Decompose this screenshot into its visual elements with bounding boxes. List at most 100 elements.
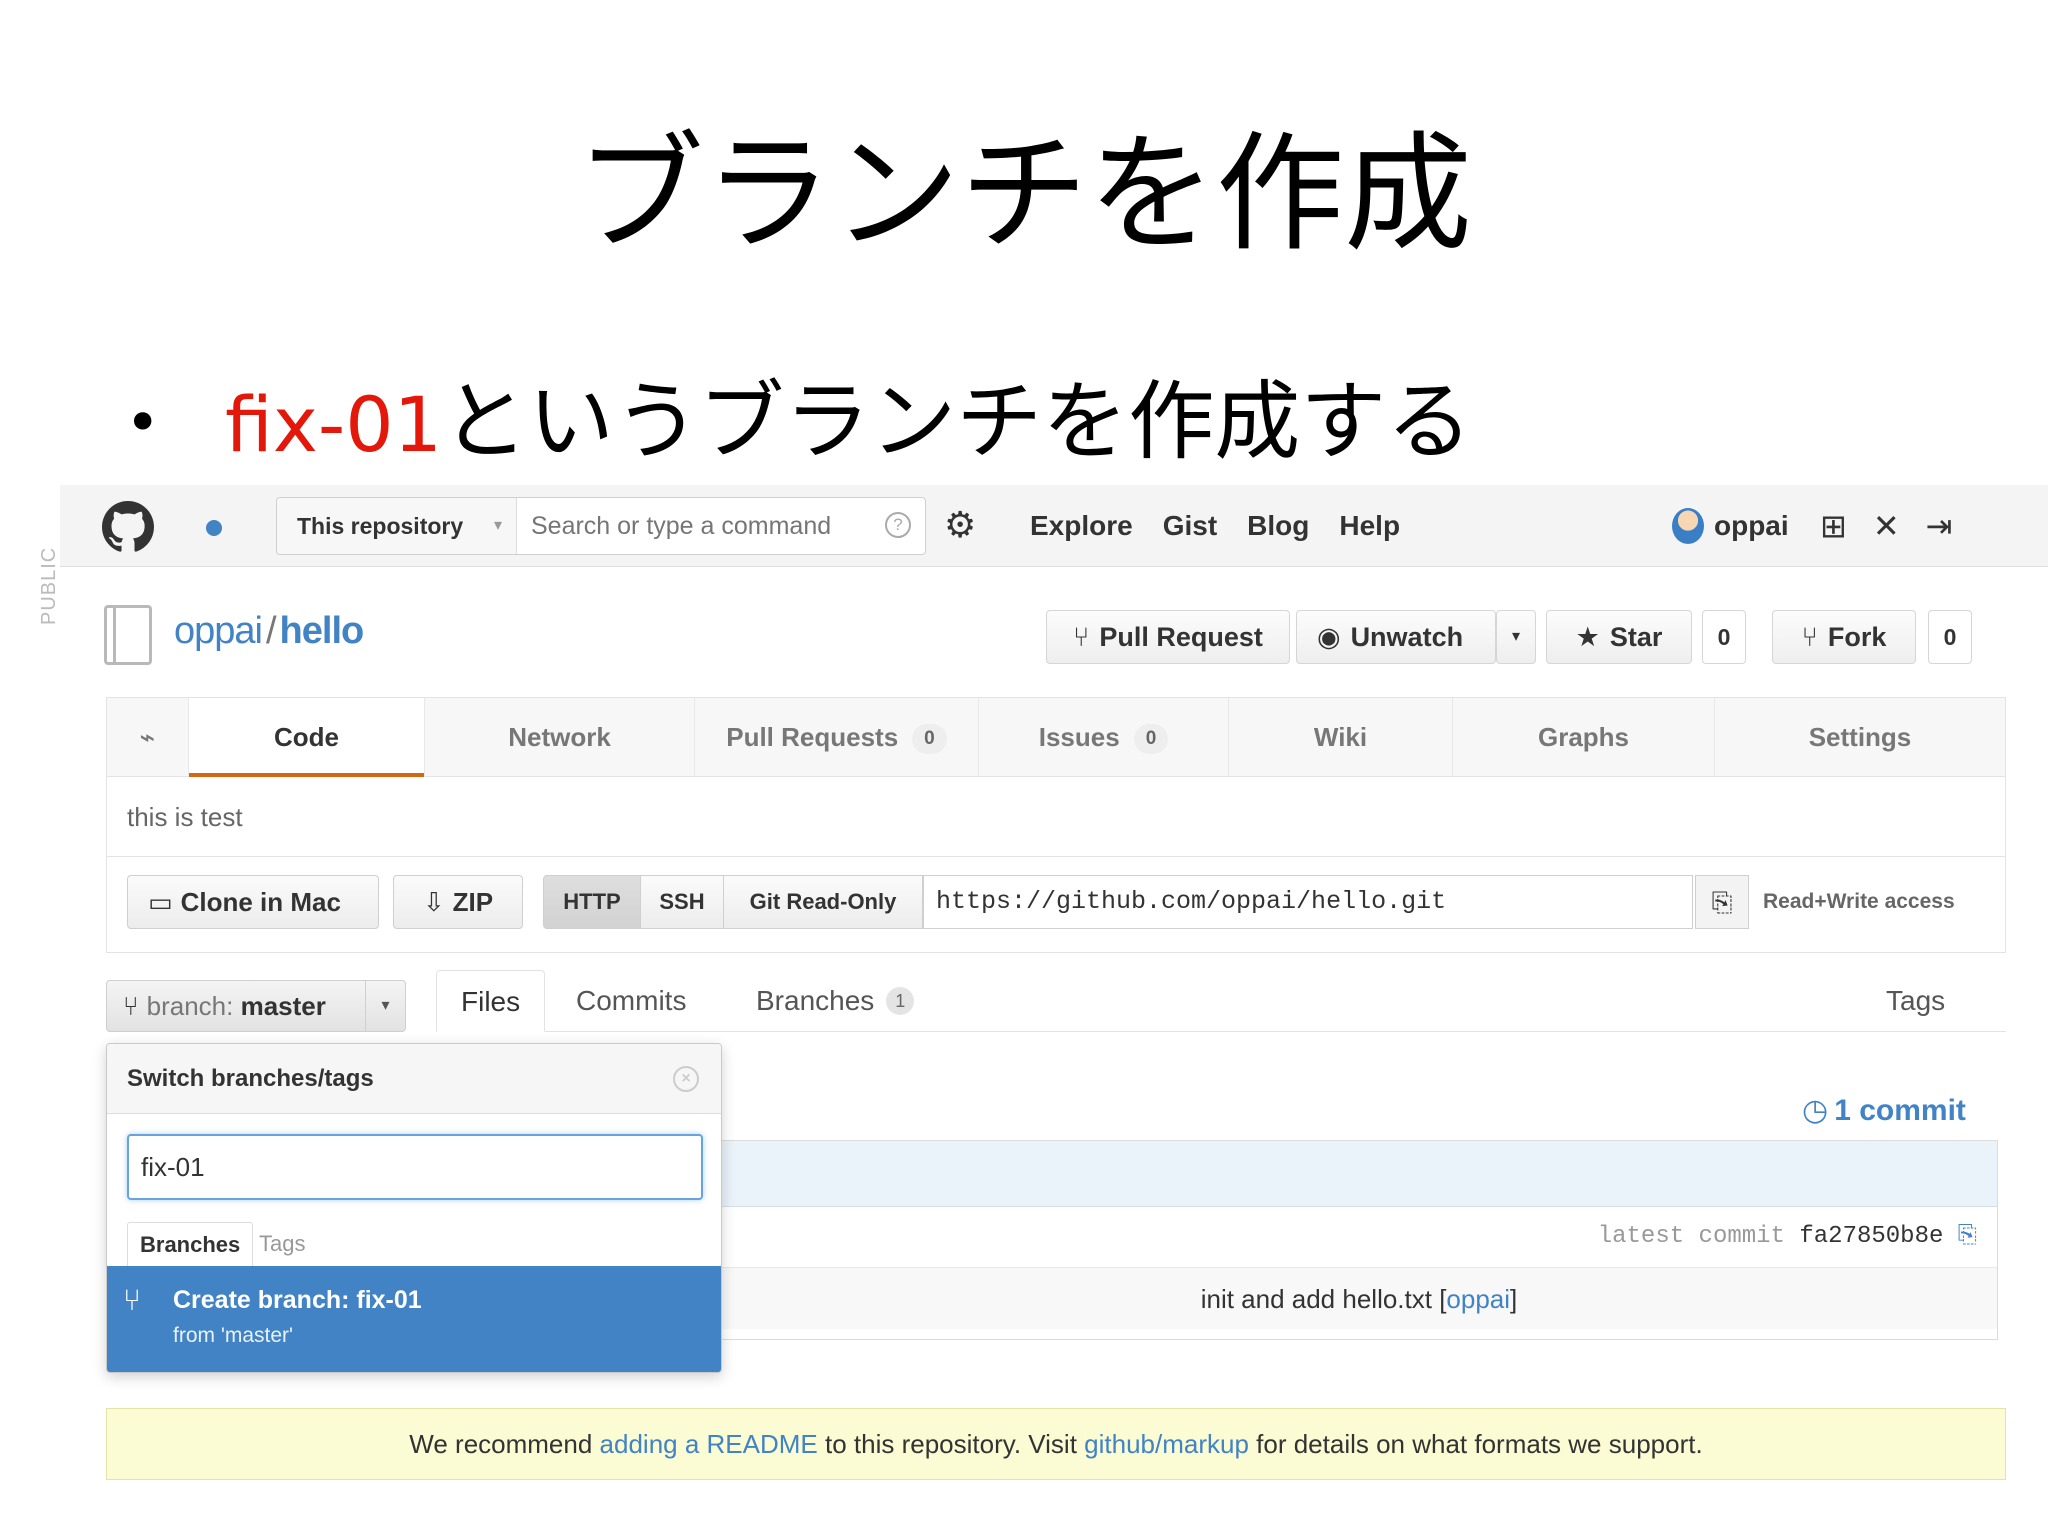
top-navbar: This repository ▾ ? ⚙ Explore Gist Blog …: [60, 485, 2048, 567]
latest-commit-hash[interactable]: fa27850b8e: [1799, 1223, 1943, 1250]
file-tabs: Files Commits Branches 1 Tags: [436, 970, 2006, 1032]
bullet-marker: •: [125, 388, 161, 458]
tab-pull-requests[interactable]: Pull Requests 0: [695, 698, 979, 776]
git-read-only-toggle[interactable]: Git Read-Only: [723, 875, 923, 929]
branch-select[interactable]: ⑂ branch: master ▾: [106, 980, 406, 1032]
tab-graphs[interactable]: Graphs: [1453, 698, 1715, 776]
new-repo-icon[interactable]: ⊞: [1820, 507, 1847, 545]
tab-wiki-label: Wiki: [1313, 722, 1368, 752]
tab-issues-count: 0: [1133, 724, 1169, 754]
clone-in-mac-button[interactable]: ▭ Clone in Mac: [127, 875, 379, 929]
fork-button[interactable]: ⑂ Fork: [1772, 610, 1916, 664]
switch-branches-dropdown: Switch branches/tags × Branches Tags ⑂ C…: [106, 1043, 722, 1373]
branch-icon: ⑂: [123, 1284, 141, 1317]
zip-button[interactable]: ⇩ ZIP: [393, 875, 523, 929]
tab-issues[interactable]: Issues 0: [979, 698, 1229, 776]
chevron-down-icon: ▾: [1511, 628, 1521, 645]
repo-name-link[interactable]: hello: [280, 610, 365, 652]
latest-commit-label: latest commit: [1597, 1223, 1785, 1250]
tab-branches-label: Branches: [756, 985, 875, 1016]
github-logo-icon[interactable]: [102, 501, 154, 553]
current-branch: master: [240, 991, 326, 1021]
dropdown-tab-tags[interactable]: Tags: [259, 1222, 305, 1266]
notice-text-1: We recommend: [409, 1429, 600, 1459]
commit-author-link[interactable]: oppai: [1446, 1284, 1510, 1314]
sign-out-icon[interactable]: ⇥: [1926, 507, 1953, 545]
tab-tags[interactable]: Tags: [1886, 970, 1945, 1032]
commit-header: [721, 1141, 1997, 1207]
clipboard-icon[interactable]: ⎘: [1695, 875, 1749, 929]
tab-pull-requests-count: 0: [912, 724, 947, 754]
fork-icon: ⑂: [1801, 622, 1818, 652]
nav-explore[interactable]: Explore: [1030, 485, 1133, 567]
tab-branches[interactable]: Branches 1: [756, 970, 915, 1032]
clone-in-mac-label: Clone in Mac: [180, 887, 341, 917]
repo-owner-link[interactable]: oppai: [174, 610, 263, 652]
star-button[interactable]: ★ Star: [1546, 610, 1692, 664]
tab-network-label: Network: [508, 722, 611, 752]
fork-count[interactable]: 0: [1928, 610, 1972, 664]
slide-title: ブランチを作成: [575, 120, 1472, 269]
pulse-icon[interactable]: ⌁: [107, 698, 189, 776]
markup-link[interactable]: github/markup: [1084, 1429, 1249, 1459]
unwatch-label: Unwatch: [1350, 622, 1464, 652]
tab-code[interactable]: Code: [189, 698, 425, 777]
star-icon: ★: [1575, 622, 1600, 652]
visibility-label: PUBLIC: [38, 546, 60, 625]
bullet-text: というブランチを作成する: [441, 372, 1473, 472]
unwatch-dropdown-button[interactable]: ▾: [1496, 610, 1536, 664]
tab-network[interactable]: Network: [425, 698, 695, 776]
tab-commits[interactable]: Commits: [576, 970, 686, 1032]
branch-label: branch:: [146, 991, 234, 1021]
unwatch-button[interactable]: ◉ Unwatch: [1296, 610, 1496, 664]
dropdown-title-label: Switch branches/tags: [127, 1065, 374, 1092]
branch-icon: ⑂: [123, 991, 139, 1021]
commit-count-link[interactable]: ◷ 1 commit: [1802, 1093, 1966, 1128]
tools-icon[interactable]: ✕: [1873, 507, 1900, 545]
eye-icon: ◉: [1317, 622, 1341, 652]
top-nav-links: Explore Gist Blog Help: [1030, 485, 1400, 567]
user-menu[interactable]: oppai: [1672, 485, 1789, 567]
create-branch-item[interactable]: ⑂ Create branch: fix-01 from 'master': [107, 1266, 721, 1372]
top-action-icons: ⊞ ✕ ⇥: [1820, 485, 1952, 567]
star-count[interactable]: 0: [1702, 610, 1746, 664]
gear-icon[interactable]: ⚙: [944, 503, 976, 547]
github-screenshot: This repository ▾ ? ⚙ Explore Gist Blog …: [38, 485, 2048, 1536]
copy-hash-icon[interactable]: ⎘: [1958, 1223, 1977, 1250]
tab-settings[interactable]: Settings: [1715, 698, 2005, 776]
search-scope-select[interactable]: This repository ▾: [277, 498, 517, 554]
tab-pull-requests-label: Pull Requests: [726, 722, 899, 752]
monitor-icon: ▭: [148, 887, 173, 917]
history-icon: ◷: [1802, 1094, 1829, 1127]
clone-url-field[interactable]: https://github.com/oppai/hello.git: [923, 875, 1693, 929]
fork-label: Fork: [1827, 622, 1887, 652]
zip-label: ZIP: [452, 887, 494, 917]
help-circle-icon[interactable]: ?: [885, 512, 911, 538]
repo-separator: /: [265, 610, 277, 652]
nav-gist[interactable]: Gist: [1163, 485, 1217, 567]
branch-filter-input[interactable]: [127, 1134, 703, 1200]
http-toggle[interactable]: HTTP: [543, 875, 641, 929]
dropdown-title: Switch branches/tags ×: [107, 1044, 721, 1114]
add-readme-link[interactable]: adding a README: [600, 1429, 818, 1459]
close-icon[interactable]: ×: [673, 1066, 699, 1092]
slide-bullet: • fix-01というブランチを作成する: [125, 372, 1472, 472]
latest-commit: latest commit fa27850b8e ⎘: [1598, 1207, 1977, 1267]
nav-blog[interactable]: Blog: [1247, 485, 1309, 567]
bullet-highlight: fix-01: [225, 380, 442, 469]
tab-files[interactable]: Files: [436, 970, 546, 1032]
readme-notice: We recommend adding a README to this rep…: [106, 1408, 2006, 1480]
tab-wiki[interactable]: Wiki: [1229, 698, 1453, 776]
nav-help[interactable]: Help: [1339, 485, 1400, 567]
tab-issues-label: Issues: [1038, 722, 1120, 752]
tab-graphs-label: Graphs: [1537, 722, 1630, 752]
pull-request-button[interactable]: ⑂ Pull Request: [1046, 610, 1290, 664]
ssh-toggle[interactable]: SSH: [640, 875, 724, 929]
search-input[interactable]: [519, 498, 859, 554]
notification-dot-icon[interactable]: [206, 520, 222, 536]
command-search: This repository ▾ ?: [276, 497, 926, 555]
download-icon: ⇩: [422, 887, 445, 917]
tab-settings-label: Settings: [1808, 722, 1912, 752]
dropdown-tab-branches[interactable]: Branches: [127, 1222, 254, 1266]
create-branch-label: Create branch: fix-01: [173, 1286, 422, 1314]
